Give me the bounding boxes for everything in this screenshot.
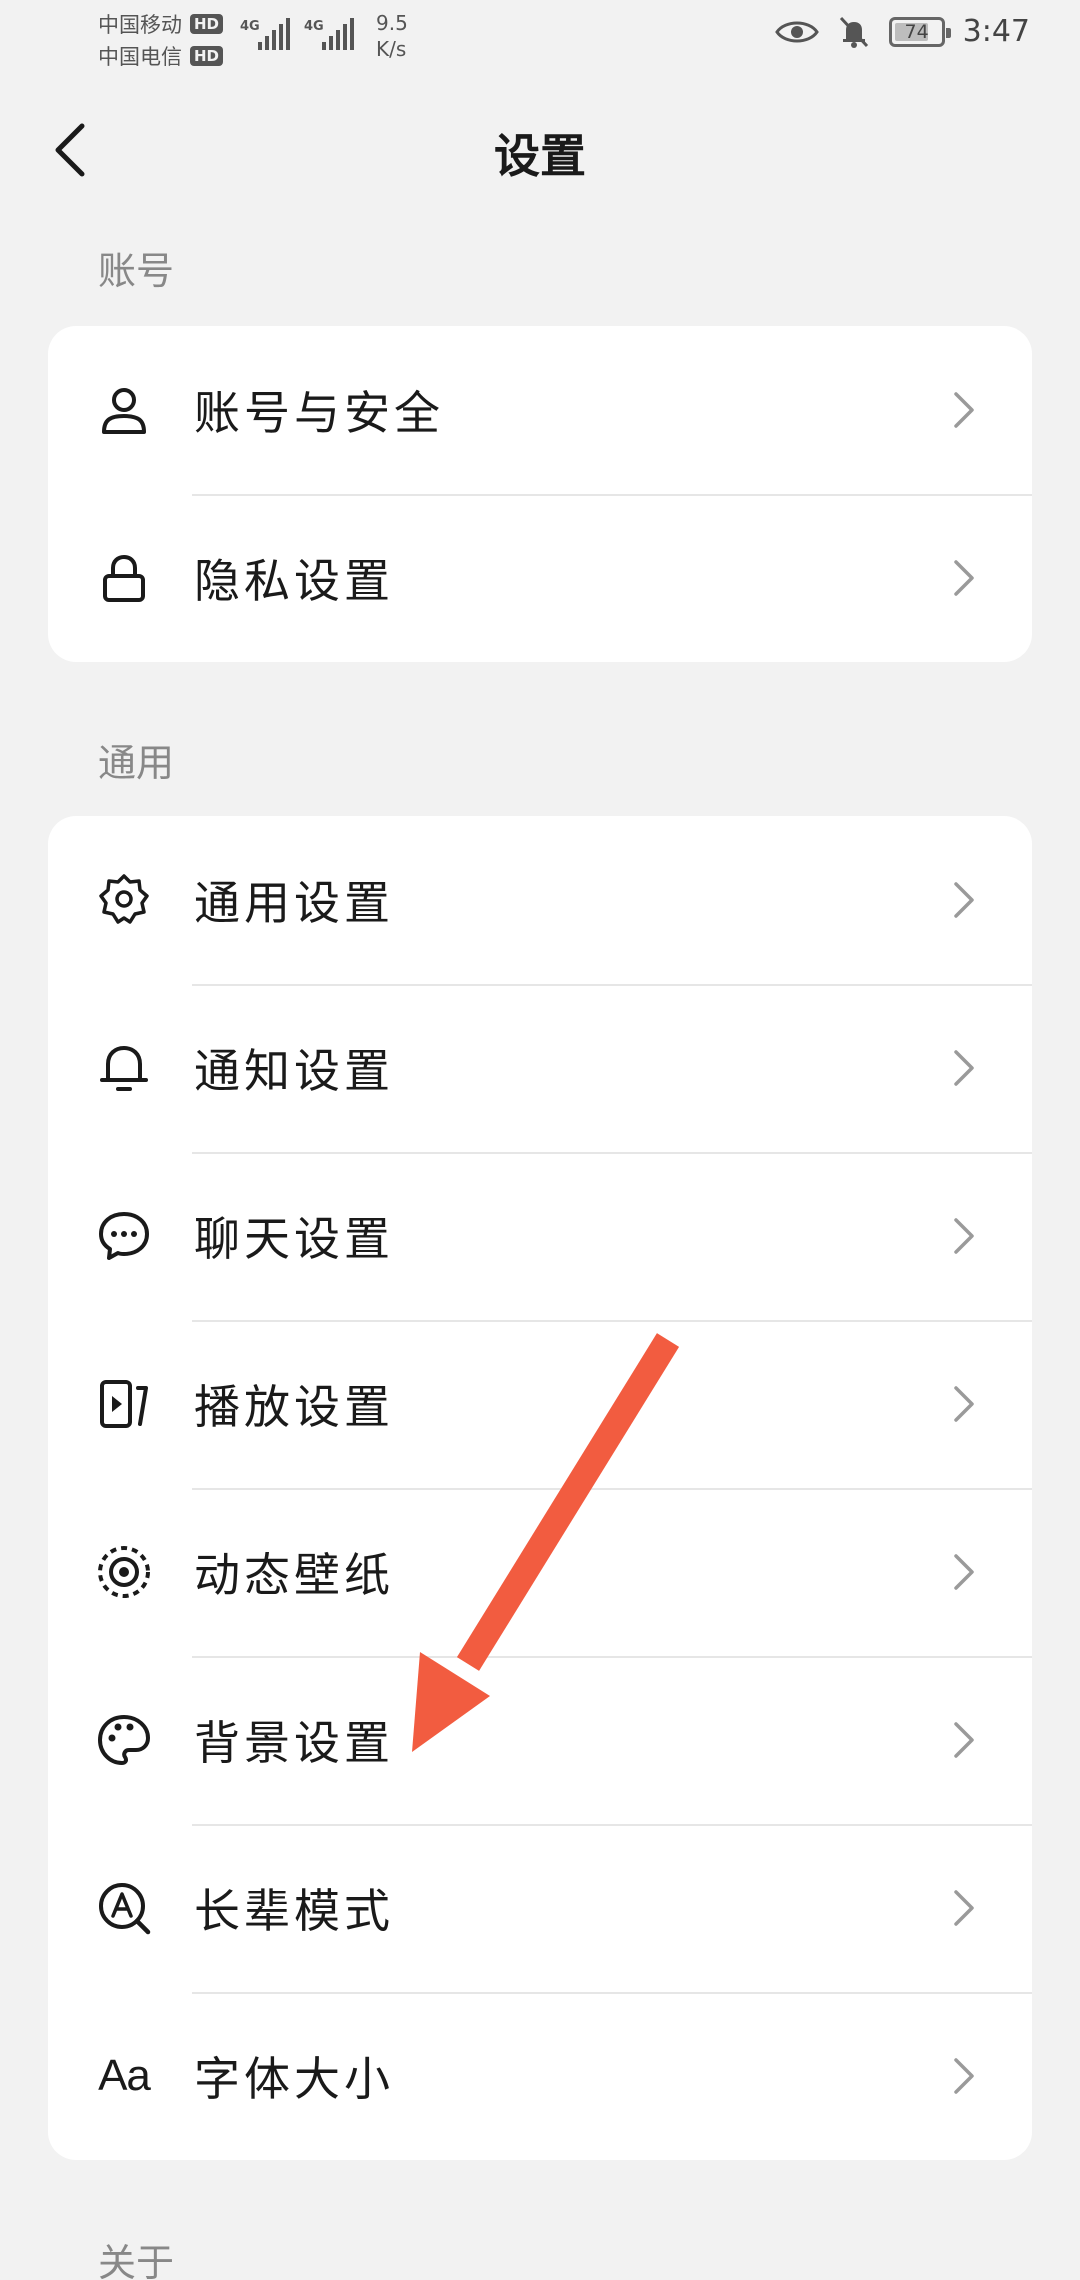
page-title: 设置 xyxy=(494,129,586,183)
hd-badge: HD xyxy=(190,46,224,66)
settings-item-notification[interactable]: 通知设置 xyxy=(48,984,1032,1152)
settings-item-label: 通用设置 xyxy=(194,876,394,930)
header: 设置 xyxy=(0,80,1080,220)
chevron-right-icon xyxy=(954,1722,974,1758)
chevron-right-icon xyxy=(954,882,974,918)
section-label-about: 关于 xyxy=(98,2241,175,2280)
chevron-right-icon xyxy=(954,1890,974,1926)
user-icon xyxy=(96,382,152,438)
bell-icon xyxy=(96,1040,152,1096)
settings-item-font-size[interactable]: Aa 字体大小 xyxy=(48,1992,1032,2160)
settings-item-account-security[interactable]: 账号与安全 xyxy=(48,326,1032,494)
chevron-right-icon xyxy=(954,392,974,428)
font-size-glyph: Aa xyxy=(98,2051,151,2100)
settings-item-label: 账号与安全 xyxy=(194,386,444,440)
settings-item-privacy[interactable]: 隐私设置 xyxy=(48,494,1032,662)
font-size-icon: Aa xyxy=(96,2048,152,2104)
chevron-right-icon xyxy=(954,2058,974,2094)
battery-level: 74 xyxy=(904,20,929,43)
hd-badge: HD xyxy=(190,14,224,34)
chevron-right-icon xyxy=(954,560,974,596)
chevron-right-icon xyxy=(954,1218,974,1254)
settings-item-label: 动态壁纸 xyxy=(194,1548,394,1602)
network-speed: 9.5 K/s xyxy=(376,10,408,62)
elder-mode-icon xyxy=(96,1880,152,1936)
settings-item-playback[interactable]: 播放设置 xyxy=(48,1320,1032,1488)
play-icon xyxy=(96,1376,152,1432)
settings-item-label: 播放设置 xyxy=(194,1380,394,1434)
settings-item-label: 隐私设置 xyxy=(194,554,394,608)
chat-bubble-icon xyxy=(96,1208,152,1264)
settings-item-live-wallpaper[interactable]: 动态壁纸 xyxy=(48,1488,1032,1656)
svg-text:4G: 4G xyxy=(240,19,260,34)
settings-item-label: 长辈模式 xyxy=(194,1884,394,1938)
chevron-right-icon xyxy=(954,1554,974,1590)
settings-item-chat[interactable]: 聊天设置 xyxy=(48,1152,1032,1320)
carrier-1-name: 中国移动 xyxy=(98,13,182,37)
settings-page: 中国移动 HD 中国电信 HD 4G 4G 9.5 K/s 74 3:47 设置… xyxy=(0,0,1080,2280)
eye-icon xyxy=(774,21,819,42)
gear-icon xyxy=(96,872,152,928)
chevron-right-icon xyxy=(954,1386,974,1422)
settings-item-background[interactable]: 背景设置 xyxy=(48,1656,1032,1824)
palette-icon xyxy=(96,1712,152,1768)
settings-item-label: 通知设置 xyxy=(194,1044,394,1098)
settings-item-label: 背景设置 xyxy=(194,1716,394,1770)
signal-icon: 4G xyxy=(304,18,354,50)
section-label-general: 通用 xyxy=(98,741,175,785)
speed-unit: K/s xyxy=(376,37,407,61)
settings-item-general[interactable]: 通用设置 xyxy=(48,816,1032,984)
status-bar: 中国移动 HD 中国电信 HD 4G 4G 9.5 K/s 74 3:47 xyxy=(0,0,1080,80)
speed-value: 9.5 xyxy=(376,11,408,35)
general-card: 通用设置 通知设置 聊天设置 播放设置 动态壁纸 背景设置 长辈模式 Aa 字体… xyxy=(48,816,1032,2160)
section-label-account: 账号 xyxy=(98,249,175,293)
battery-indicator: 74 xyxy=(888,16,951,47)
settings-item-label: 字体大小 xyxy=(194,2052,394,2106)
clock: 3:47 xyxy=(962,14,1030,49)
bell-muted-icon xyxy=(839,16,868,48)
chevron-right-icon xyxy=(954,1050,974,1086)
settings-item-label: 聊天设置 xyxy=(194,1212,394,1266)
signal-icon: 4G xyxy=(240,18,290,50)
account-card: 账号与安全 隐私设置 xyxy=(48,326,1032,662)
settings-item-elder-mode[interactable]: 长辈模式 xyxy=(48,1824,1032,1992)
signal-indicators: 4G 4G xyxy=(238,14,356,54)
carrier-info: 中国移动 HD 中国电信 HD xyxy=(98,8,224,72)
carrier-2-name: 中国电信 xyxy=(98,45,182,69)
live-wallpaper-icon xyxy=(96,1544,152,1600)
lock-icon xyxy=(96,550,152,606)
svg-text:4G: 4G xyxy=(304,19,324,34)
